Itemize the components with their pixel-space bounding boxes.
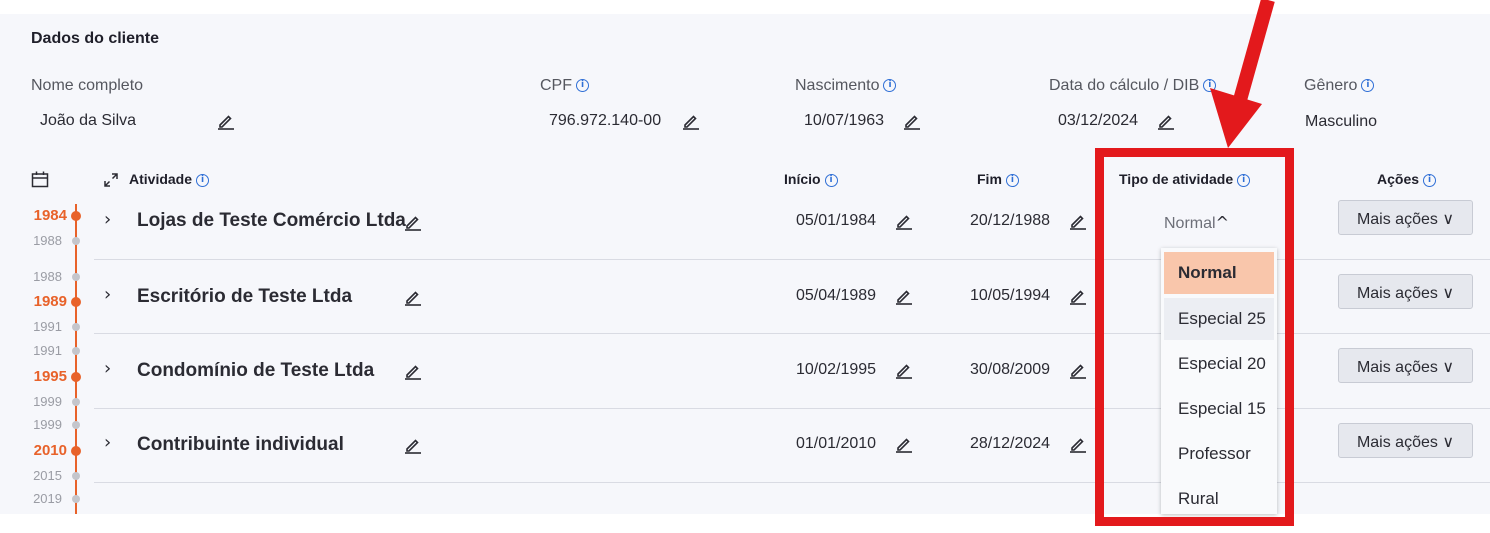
activity-start: 05/01/1984	[796, 212, 877, 229]
chevron-down-icon: ∨	[1442, 283, 1455, 302]
edit-start-icon[interactable]	[895, 361, 913, 379]
info-icon[interactable]: i	[576, 79, 589, 93]
calc-date-value: 03/12/2024	[1058, 112, 1139, 129]
info-icon[interactable]: i	[824, 173, 838, 187]
more-actions-button[interactable]: Mais ações ∨	[1338, 200, 1473, 235]
chevron-down-icon: ∨	[1442, 432, 1455, 451]
timeline-dot	[72, 472, 80, 480]
activity-name: Escritório de Teste Ltda	[137, 286, 353, 307]
activity-start: 10/02/1995	[796, 361, 877, 378]
timeline-dot	[71, 446, 81, 456]
activity-end: 28/12/2024	[970, 435, 1051, 452]
birth-label: Nascimento i	[795, 77, 897, 95]
edit-end-icon[interactable]	[1069, 435, 1087, 453]
timeline-dot	[72, 323, 80, 331]
gender-label: Gênero i	[1304, 77, 1375, 95]
col-activity: Atividade i	[129, 171, 210, 187]
col-actions: Ações i	[1377, 171, 1437, 187]
timeline-dot	[71, 372, 81, 382]
timeline-year: 2010	[33, 442, 67, 459]
annotation-arrow-icon	[1210, 0, 1275, 148]
edit-end-icon[interactable]	[1069, 287, 1087, 305]
edit-start-icon[interactable]	[895, 212, 913, 230]
gender-value: Masculino	[1305, 113, 1378, 130]
info-icon[interactable]: i	[196, 173, 210, 187]
timeline-dot	[72, 398, 80, 406]
edit-activity-icon[interactable]	[404, 288, 422, 306]
expand-row-chevron-icon[interactable]: ›	[104, 432, 111, 453]
edit-name-icon[interactable]	[217, 112, 235, 130]
chevron-down-icon: ∨	[1442, 357, 1455, 376]
name-value: João da Silva	[40, 112, 137, 129]
timeline-dot	[72, 495, 80, 503]
timeline-dot	[72, 273, 80, 281]
timeline-year: 1999	[33, 394, 62, 409]
timeline-year: 1995	[33, 368, 67, 385]
info-icon[interactable]: i	[883, 79, 897, 93]
edit-birth-icon[interactable]	[903, 112, 921, 130]
activity-name: Condomínio de Teste Ltda	[137, 360, 375, 381]
edit-activity-icon[interactable]	[404, 436, 422, 454]
activity-end: 10/05/1994	[970, 287, 1051, 304]
edit-end-icon[interactable]	[1069, 212, 1087, 230]
edit-activity-icon[interactable]	[404, 362, 422, 380]
calendar-icon[interactable]	[31, 171, 49, 193]
timeline-dot	[72, 237, 80, 245]
more-actions-button[interactable]: Mais ações ∨	[1338, 274, 1473, 309]
info-icon[interactable]: i	[1005, 173, 1019, 187]
expand-icon[interactable]	[103, 172, 119, 193]
timeline-year: 1999	[33, 417, 62, 432]
annotation-highlight-box	[1095, 148, 1294, 526]
timeline-dot	[72, 347, 80, 355]
expand-row-chevron-icon[interactable]: ›	[104, 358, 111, 379]
activity-end: 30/08/2009	[970, 361, 1051, 378]
cpf-label: CPF i	[540, 77, 589, 95]
info-icon[interactable]: i	[1423, 173, 1437, 187]
timeline-year: 1988	[33, 269, 62, 284]
timeline-dot	[71, 297, 81, 307]
birth-value: 10/07/1963	[804, 112, 885, 129]
timeline-year: 1991	[33, 319, 62, 334]
timeline-dot	[72, 421, 80, 429]
expand-row-chevron-icon[interactable]: ›	[104, 209, 111, 230]
col-end: Fim i	[977, 171, 1019, 187]
name-label: Nome completo	[31, 77, 144, 94]
activity-end: 20/12/1988	[970, 212, 1051, 229]
activity-start: 05/04/1989	[796, 287, 877, 304]
col-start: Início i	[784, 171, 838, 187]
timeline-line	[75, 204, 77, 514]
activity-start: 01/01/2010	[796, 435, 877, 452]
more-actions-button[interactable]: Mais ações ∨	[1338, 423, 1473, 458]
edit-start-icon[interactable]	[895, 287, 913, 305]
expand-row-chevron-icon[interactable]: ›	[104, 284, 111, 305]
timeline-year: 1984	[33, 207, 67, 224]
cpf-value: 796.972.140-00	[549, 112, 662, 129]
edit-calc-date-icon[interactable]	[1157, 112, 1175, 130]
timeline-year: 1991	[33, 343, 62, 358]
edit-end-icon[interactable]	[1069, 361, 1087, 379]
activity-name: Lojas de Teste Comércio Ltda	[137, 210, 406, 231]
timeline-year: 1988	[33, 233, 62, 248]
section-title: Dados do cliente	[31, 30, 160, 47]
timeline-year: 2019	[33, 491, 62, 506]
activity-name: Contribuinte individual	[137, 434, 344, 455]
edit-cpf-icon[interactable]	[682, 112, 700, 130]
chevron-down-icon: ∨	[1442, 209, 1455, 228]
more-actions-button[interactable]: Mais ações ∨	[1338, 348, 1473, 383]
timeline-year: 2015	[33, 468, 62, 483]
timeline-year: 1989	[33, 293, 67, 310]
edit-start-icon[interactable]	[895, 435, 913, 453]
info-icon[interactable]: i	[1361, 79, 1375, 93]
timeline-dot	[71, 211, 81, 221]
edit-activity-icon[interactable]	[404, 213, 422, 231]
